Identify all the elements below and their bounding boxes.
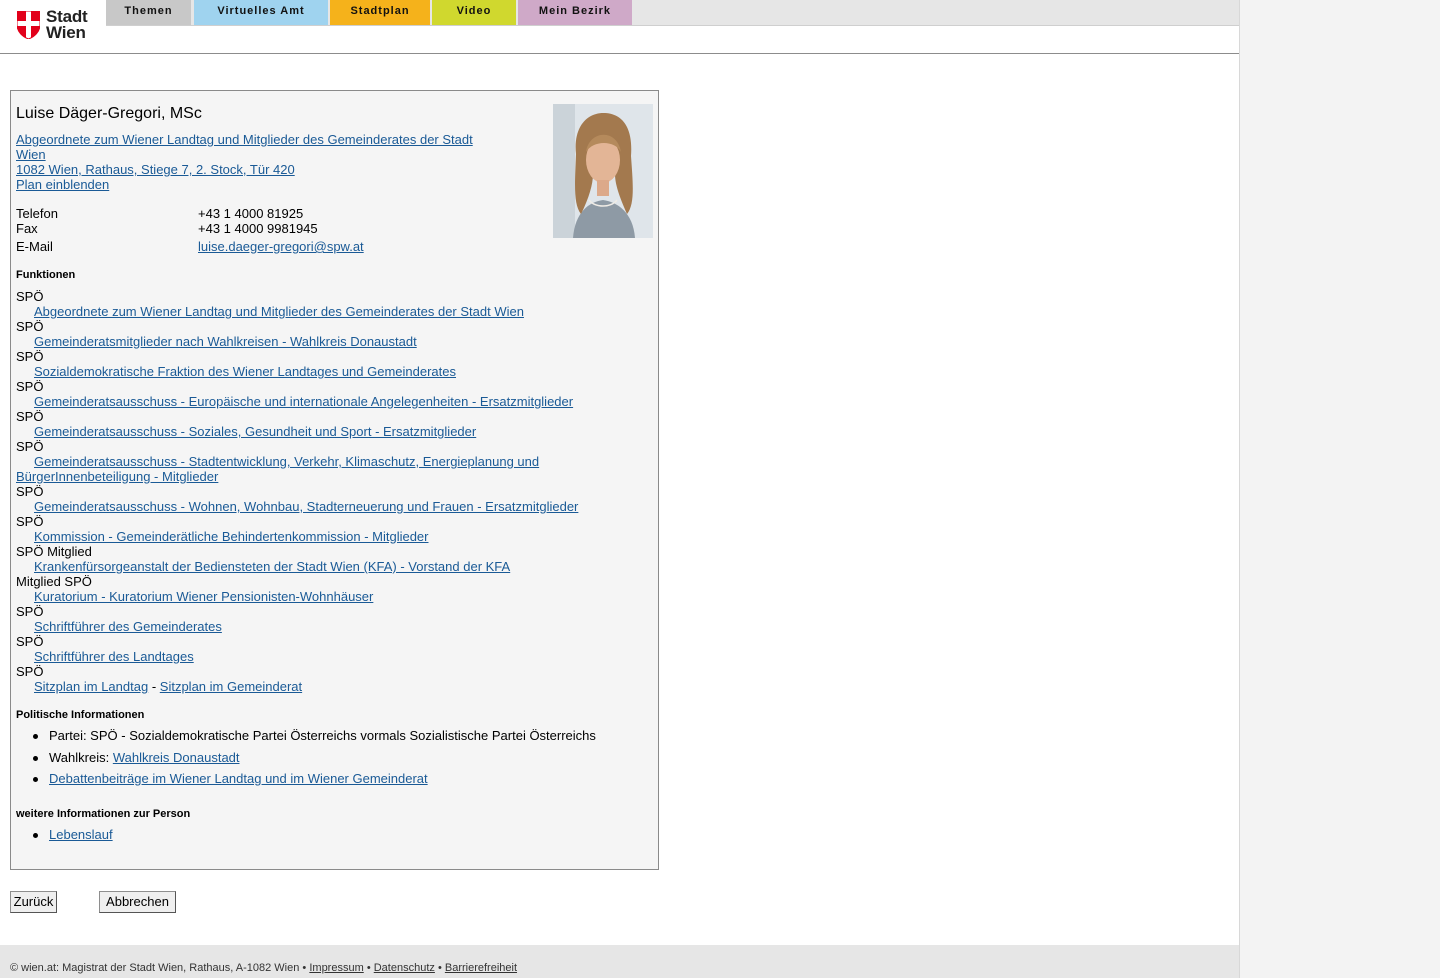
function-item: SPÖ Gemeinderatsausschuss - Soziales, Ge… [16,409,636,439]
function-link[interactable]: Gemeinderatsmitglieder nach Wahlkreisen … [34,334,417,349]
phone-value: +43 1 4000 81925 [198,206,304,221]
privacy-link[interactable]: Datenschutz [374,962,435,974]
function-link[interactable]: Kuratorium - Kuratorium Wiener Pensionis… [34,589,373,604]
function-link[interactable]: Gemeinderatsausschuss - Wohnen, Wohnbau,… [34,499,578,514]
tab-themen[interactable]: Themen [106,0,191,25]
function-link[interactable]: Gemeinderatsausschuss - Europäische und … [34,394,573,409]
function-link[interactable]: Schriftführer des Gemeinderates [34,619,222,634]
role-link-line1[interactable]: Abgeordnete zum Wiener Landtag und Mitgl… [16,132,473,147]
tab-mein-bezirk[interactable]: Mein Bezirk [518,0,632,25]
footer-separator: • [366,962,371,974]
function-party: SPÖ Mitglied [16,544,92,559]
function-party: Mitglied SPÖ [16,574,92,589]
function-item: SPÖ Mitglied Krankenfürsorgeanstalt der … [16,544,636,574]
function-party: SPÖ [16,664,44,679]
portrait-image [553,104,653,238]
district-label: Wahlkreis: [49,750,110,765]
function-link-continued[interactable]: BürgerInnenbeteiligung - Mitglieder [16,469,218,484]
function-party: SPÖ [16,409,44,424]
function-link[interactable]: Gemeinderatsausschuss - Soziales, Gesund… [34,424,476,439]
empty-side-area [1240,0,1440,978]
district-link[interactable]: Wahlkreis Donaustadt [113,750,240,765]
function-item: SPÖ Gemeinderatsausschuss - Stadtentwick… [16,439,636,484]
person-name: Luise Däger-Gregori, MSc [16,105,202,122]
tab-video[interactable]: Video [432,0,516,25]
fax-value: +43 1 4000 9981945 [198,221,318,236]
site-header: Stadt Wien Themen Virtuelles Amt Stadtpl… [0,0,1239,54]
back-button[interactable]: Zurück [10,891,57,913]
copyright-text: © wien.at: Magistrat der Stadt Wien, Rat… [10,962,300,974]
function-party: SPÖ [16,439,44,454]
impressum-link[interactable]: Impressum [309,962,363,974]
bullet-icon [33,777,38,782]
cancel-button[interactable]: Abbrechen [99,891,176,913]
site-footer: © wien.at: Magistrat der Stadt Wien, Rat… [0,945,1239,978]
function-party: SPÖ [16,634,44,649]
function-link[interactable]: Kommission - Gemeinderätliche Behinderte… [34,529,429,544]
vienna-shield-icon [17,11,40,39]
bullet-icon [33,756,38,761]
functions-heading: Funktionen [16,269,76,281]
function-party: SPÖ [16,349,44,364]
function-party: SPÖ [16,379,44,394]
function-party: SPÖ [16,484,44,499]
function-item: SPÖ Abgeordnete zum Wiener Landtag und M… [16,289,636,319]
footer-text: © wien.at: Magistrat der Stadt Wien, Rat… [10,962,517,974]
function-item: SPÖ Gemeinderatsausschuss - Wohnen, Wohn… [16,484,636,514]
function-link[interactable]: Schriftführer des Landtages [34,649,194,664]
seating-plan-item: SPÖ Sitzplan im Landtag - Sitzplan im Ge… [16,664,636,694]
logo-text: Stadt Wien [46,7,88,42]
role-link-line2[interactable]: Wien [16,147,46,162]
debates-link[interactable]: Debattenbeiträge im Wiener Landtag und i… [49,771,428,786]
function-party: SPÖ [16,604,44,619]
plan-einblenden-link[interactable]: Plan einblenden [16,177,109,192]
function-item: SPÖ Schriftführer des Landtages [16,634,636,664]
more-info-heading: weitere Informationen zur Person [16,808,191,820]
stadt-wien-logo[interactable]: Stadt Wien [17,7,97,42]
function-item: SPÖ Sozialdemokratische Fraktion des Wie… [16,349,636,379]
bullet-icon [33,734,38,739]
email-link[interactable]: luise.daeger-gregori@spw.at [198,239,364,254]
function-link[interactable]: Sozialdemokratische Fraktion des Wiener … [34,364,456,379]
footer-separator: • [302,962,307,974]
party-text: Partei: SPÖ - Sozialdemokratische Partei… [49,728,596,743]
political-info-heading: Politische Informationen [16,709,145,721]
fax-label: Fax [16,221,38,236]
person-card: Luise Däger-Gregori, MSc Abgeordnete zum… [10,90,659,870]
function-link[interactable]: Abgeordnete zum Wiener Landtag und Mitgl… [34,304,524,319]
footer-separator: • [437,962,442,974]
function-link[interactable]: Gemeinderatsausschuss - Stadtentwicklung… [34,454,539,469]
accessibility-link[interactable]: Barrierefreiheit [445,962,517,974]
bullet-icon [33,833,38,838]
function-item: SPÖ Kommission - Gemeinderätliche Behind… [16,514,636,544]
seating-plan-gemeinderat-link[interactable]: Sitzplan im Gemeinderat [160,679,302,694]
function-item: Mitglied SPÖ Kuratorium - Kuratorium Wie… [16,574,636,604]
tab-stadtplan[interactable]: Stadtplan [330,0,430,25]
function-item: SPÖ Schriftführer des Gemeinderates [16,604,636,634]
function-party: SPÖ [16,514,44,529]
seating-plan-separator: - [151,679,157,694]
main-navigation: Themen Virtuelles Amt Stadtplan Video Me… [106,0,1239,26]
person-photo [553,104,653,238]
seating-plan-landtag-link[interactable]: Sitzplan im Landtag [34,679,148,694]
function-item: SPÖ Gemeinderatsausschuss - Europäische … [16,379,636,409]
email-label: E-Mail [16,239,53,254]
function-link[interactable]: Krankenfürsorgeanstalt der Bediensteten … [34,559,510,574]
tab-virtuelles-amt[interactable]: Virtuelles Amt [194,0,328,25]
function-party: SPÖ [16,289,44,304]
function-item: SPÖ Gemeinderatsmitglieder nach Wahlkrei… [16,319,636,349]
address-link[interactable]: 1082 Wien, Rathaus, Stiege 7, 2. Stock, … [16,162,295,177]
page: Stadt Wien Themen Virtuelles Amt Stadtpl… [0,0,1240,978]
phone-label: Telefon [16,206,58,221]
cv-link[interactable]: Lebenslauf [49,827,113,842]
function-party: SPÖ [16,319,44,334]
